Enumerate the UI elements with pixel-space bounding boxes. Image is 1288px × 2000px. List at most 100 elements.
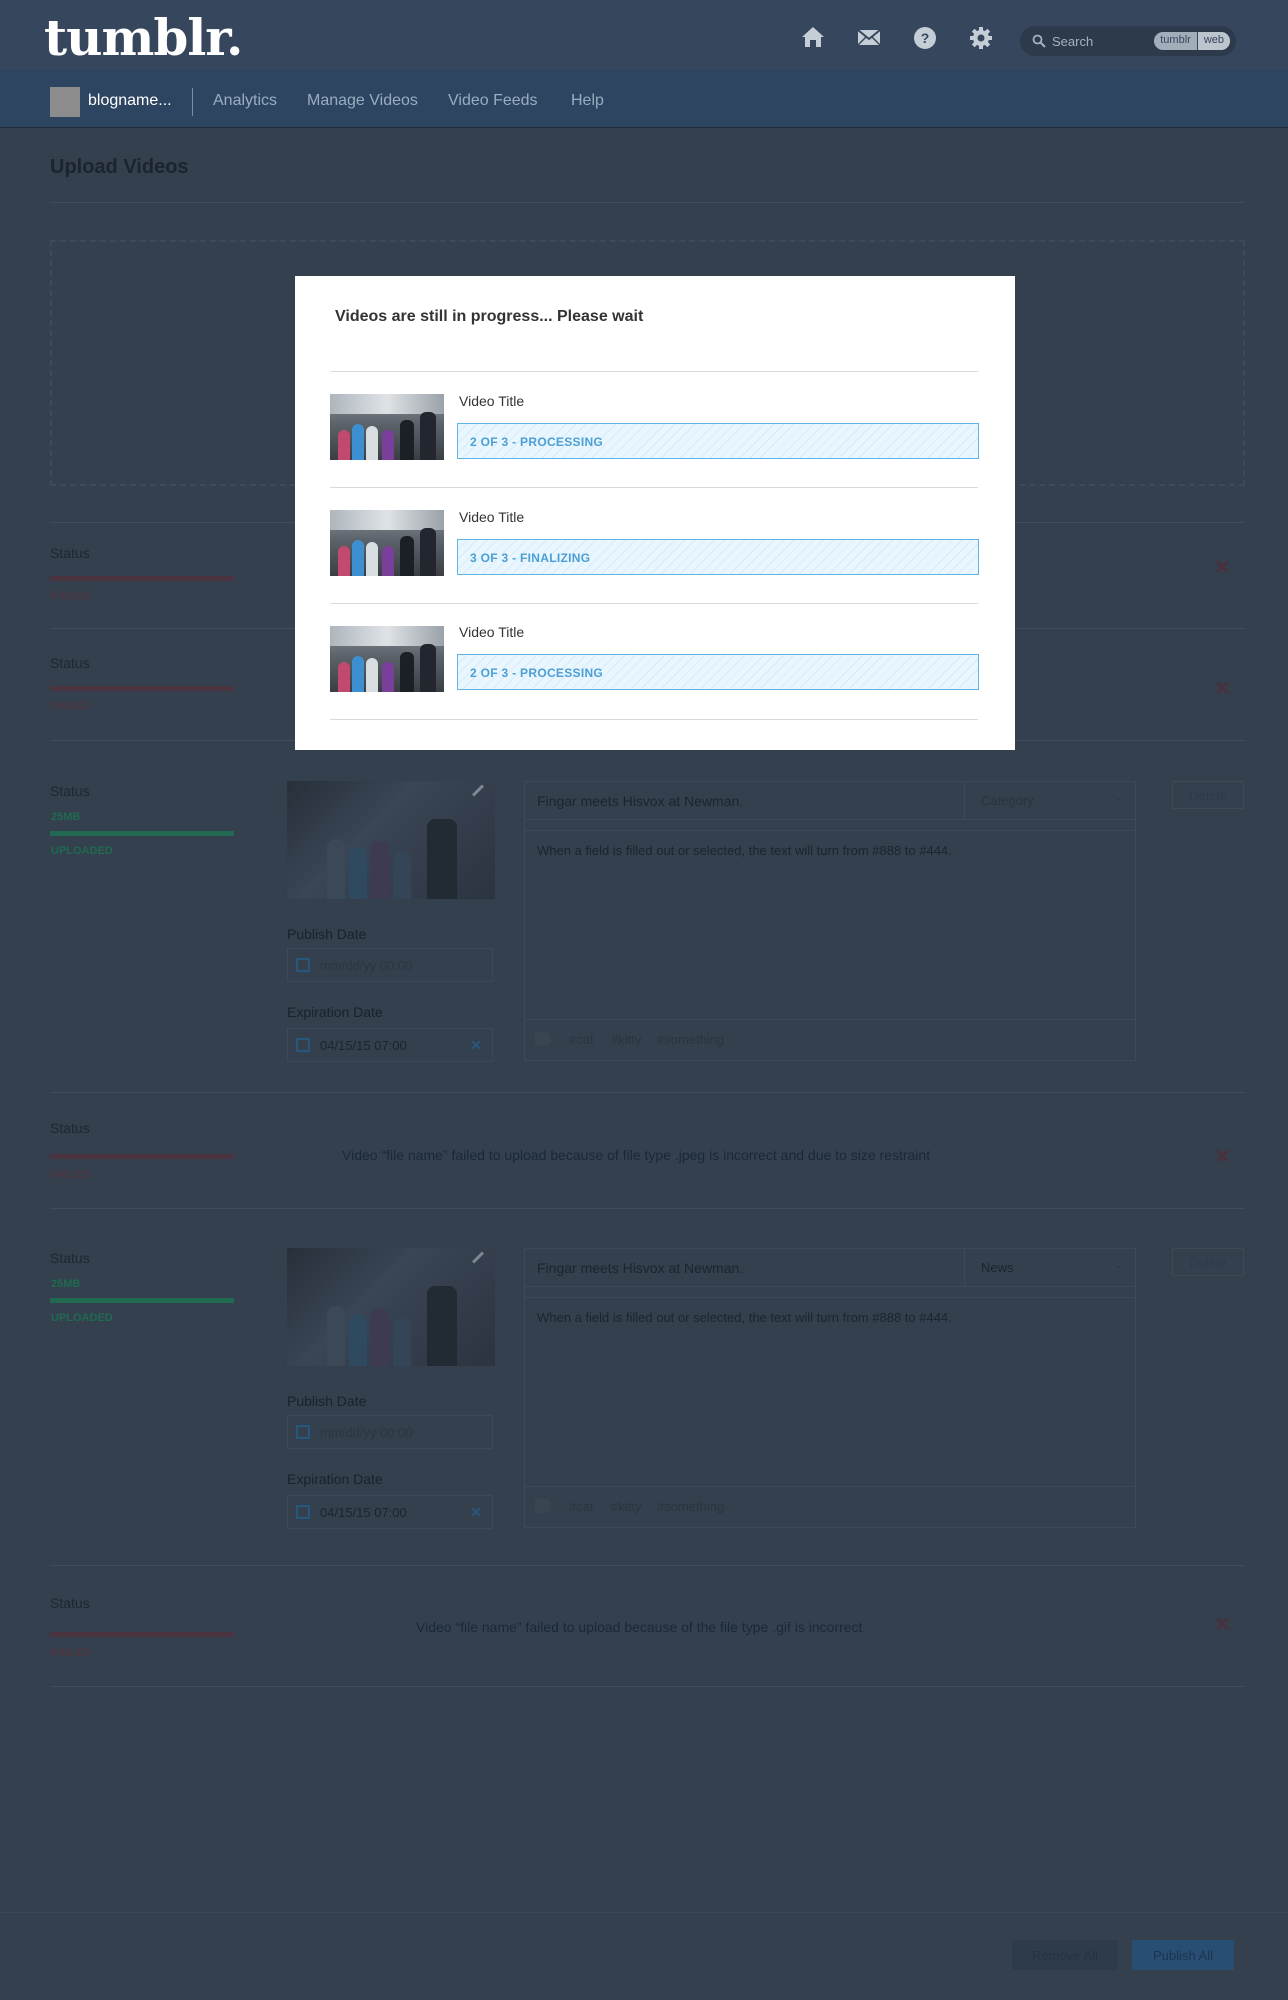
video-title-input[interactable]: Fingar meets Hisvox at Newman. bbox=[525, 1249, 965, 1287]
publish-date-value: mm/dd/yy 00:00 bbox=[320, 1425, 413, 1440]
clear-date-icon[interactable]: ✕ bbox=[470, 1504, 482, 1521]
remove-upload-icon[interactable]: ✕ bbox=[1214, 676, 1231, 701]
video-details-panel: Fingar meets Hisvox at Newman. Category ⌄… bbox=[524, 781, 1137, 1061]
clear-date-icon[interactable]: ✕ bbox=[470, 1037, 482, 1054]
description-input[interactable]: When a field is filled out or selected, … bbox=[525, 830, 1137, 1020]
chevron-down-icon: ⌄ bbox=[1114, 793, 1123, 804]
status-label: Status bbox=[50, 1595, 90, 1611]
blog-name[interactable]: blogname... bbox=[88, 92, 172, 110]
expiration-date-value: 04/15/15 07:00 bbox=[320, 1038, 407, 1053]
divider bbox=[50, 202, 1245, 203]
expiration-date-field[interactable]: 04/15/15 07:00 ✕ bbox=[287, 1028, 493, 1062]
publish-date-label: Publish Date bbox=[287, 1393, 367, 1409]
publish-date-field[interactable]: mm/dd/yy 00:00 bbox=[287, 1415, 493, 1449]
divider bbox=[330, 603, 978, 604]
calendar-icon bbox=[296, 1038, 310, 1052]
status-state: FAILED bbox=[51, 590, 91, 602]
calendar-icon bbox=[296, 1505, 310, 1519]
tag[interactable]: #something bbox=[657, 1499, 724, 1514]
progress-text: 2 OF 3 - PROCESSING bbox=[470, 666, 604, 680]
tag[interactable]: #cat bbox=[569, 1032, 594, 1047]
footer-divider bbox=[0, 1912, 1288, 1913]
nav-link-video-feeds[interactable]: Video Feeds bbox=[448, 92, 538, 110]
nav-link-manage-videos[interactable]: Manage Videos bbox=[307, 92, 418, 110]
publish-date-field[interactable]: mm/dd/yy 00:00 bbox=[287, 948, 493, 982]
divider bbox=[50, 1092, 1245, 1093]
help-icon[interactable]: ? bbox=[912, 24, 938, 50]
tag[interactable]: #kitty bbox=[611, 1032, 641, 1047]
search-scope-toggle[interactable]: tumblr web bbox=[1154, 32, 1230, 50]
search-input[interactable]: Search bbox=[1052, 34, 1093, 49]
search-bar[interactable]: Search tumblr web bbox=[1020, 26, 1236, 56]
video-details-panel: Fingar meets Hisvox at Newman. News ⌄ Whe… bbox=[524, 1248, 1137, 1528]
home-icon[interactable] bbox=[800, 24, 826, 50]
tags-input[interactable]: #cat #kitty #something bbox=[525, 1487, 1137, 1527]
video-title-input[interactable]: Fingar meets Hisvox at Newman. bbox=[525, 782, 965, 820]
remove-all-button[interactable]: Remove All bbox=[1012, 1940, 1118, 1970]
tags-input[interactable]: #cat #kitty #something bbox=[525, 1020, 1137, 1060]
tag[interactable]: #cat bbox=[569, 1499, 594, 1514]
remove-upload-icon[interactable]: ✕ bbox=[1214, 1144, 1231, 1169]
divider bbox=[330, 371, 978, 372]
failure-message: Video “file name” failed to upload becau… bbox=[342, 1147, 931, 1163]
status-state: FAILED bbox=[51, 1169, 91, 1181]
expiration-date-value: 04/15/15 07:00 bbox=[320, 1505, 407, 1520]
status-label: Status bbox=[50, 1250, 90, 1266]
divider bbox=[50, 1686, 1245, 1687]
mail-icon[interactable] bbox=[856, 24, 882, 50]
publish-date-label: Publish Date bbox=[287, 926, 367, 942]
status-state: FAILED bbox=[51, 1647, 91, 1659]
description-input[interactable]: When a field is filled out or selected, … bbox=[525, 1297, 1137, 1487]
chevron-down-icon: ⌄ bbox=[1114, 1260, 1123, 1271]
video-thumbnail[interactable] bbox=[287, 781, 495, 899]
edit-thumbnail-icon[interactable] bbox=[471, 784, 485, 797]
status-bar bbox=[50, 1154, 234, 1159]
video-title: Video Title bbox=[459, 624, 525, 640]
publish-all-button[interactable]: Publish All bbox=[1132, 1940, 1234, 1970]
nav-bar: blogname... Analytics Manage Videos Vide… bbox=[0, 70, 1288, 128]
tag-icon bbox=[535, 1032, 551, 1046]
progress-bar: 3 OF 3 - FINALIZING bbox=[457, 539, 979, 575]
file-size: 25MB bbox=[51, 1278, 81, 1290]
remove-upload-icon[interactable]: ✕ bbox=[1214, 1612, 1231, 1637]
scope-tumblr[interactable]: tumblr bbox=[1154, 32, 1197, 50]
progress-bar: 2 OF 3 - PROCESSING bbox=[457, 654, 979, 690]
file-size: 25MB bbox=[51, 811, 81, 823]
svg-text:?: ? bbox=[921, 30, 930, 46]
video-thumbnail bbox=[330, 510, 444, 576]
status-bar bbox=[50, 831, 234, 836]
status-label: Status bbox=[50, 1120, 90, 1136]
video-thumbnail bbox=[330, 394, 444, 460]
category-select[interactable]: Category ⌄ bbox=[965, 782, 1135, 820]
progress-bar: 2 OF 3 - PROCESSING bbox=[457, 423, 979, 459]
progress-text: 2 OF 3 - PROCESSING bbox=[470, 435, 604, 449]
nav-link-analytics[interactable]: Analytics bbox=[213, 92, 277, 110]
remove-upload-icon[interactable]: ✕ bbox=[1214, 555, 1231, 580]
progress-text: 3 OF 3 - FINALIZING bbox=[470, 551, 591, 565]
failure-message: Video “file name” failed to upload becau… bbox=[416, 1619, 863, 1635]
top-bar: tumblr. ? Search tumblr web bbox=[0, 0, 1288, 70]
nav-link-help[interactable]: Help bbox=[571, 92, 604, 110]
category-select[interactable]: News ⌄ bbox=[965, 1249, 1135, 1287]
delete-button[interactable]: Delete bbox=[1172, 781, 1244, 809]
avatar[interactable] bbox=[50, 87, 80, 117]
status-bar bbox=[50, 686, 234, 691]
status-bar bbox=[50, 1632, 234, 1637]
tumblr-logo[interactable]: tumblr. bbox=[44, 8, 243, 67]
video-thumbnail[interactable] bbox=[287, 1248, 495, 1366]
page-title: Upload Videos bbox=[50, 156, 189, 178]
delete-button[interactable]: Delete bbox=[1172, 1248, 1244, 1276]
tag[interactable]: #something bbox=[657, 1032, 724, 1047]
search-icon bbox=[1032, 34, 1046, 48]
status-bar bbox=[50, 576, 234, 581]
scope-web[interactable]: web bbox=[1196, 32, 1230, 50]
divider bbox=[330, 719, 978, 720]
tag[interactable]: #kitty bbox=[611, 1499, 641, 1514]
expiration-date-field[interactable]: 04/15/15 07:00 ✕ bbox=[287, 1495, 493, 1529]
edit-thumbnail-icon[interactable] bbox=[471, 1251, 485, 1264]
modal-title: Videos are still in progress... Please w… bbox=[335, 308, 644, 325]
gear-icon[interactable] bbox=[968, 24, 994, 50]
expiration-date-label: Expiration Date bbox=[287, 1471, 383, 1487]
status-state: FAILED bbox=[51, 700, 91, 712]
status-state: UPLOADED bbox=[51, 1312, 113, 1324]
